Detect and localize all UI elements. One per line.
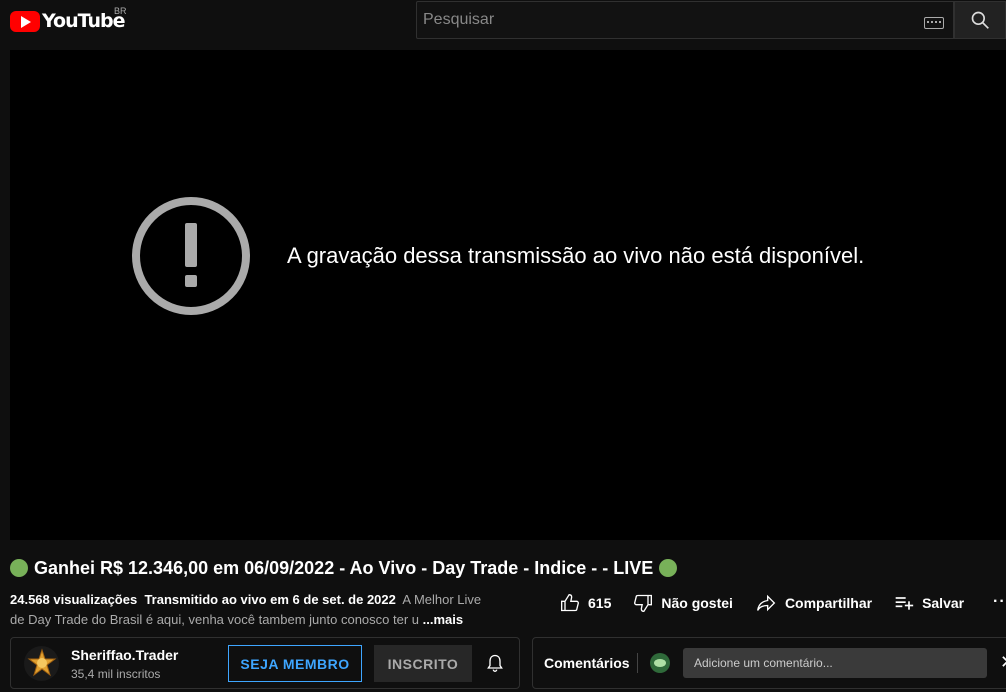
alert-circle-icon [132, 197, 250, 315]
description-line-2: de Day Trade do Brasil é aqui, venha voc… [10, 612, 420, 627]
share-label: Compartilhar [784, 595, 873, 611]
dislike-label: Não gostei [661, 595, 733, 611]
channel-bar: Sheriffao.Trader 35,4 mil inscritos SEJA… [10, 637, 520, 689]
thumbs-up-icon [561, 593, 580, 612]
video-title: Ganhei R$ 12.346,00 em 06/09/2022 - Ao V… [34, 557, 654, 578]
search-icon [971, 11, 989, 29]
video-title-row: Ganhei R$ 12.346,00 em 06/09/2022 - Ao V… [10, 556, 678, 580]
channel-avatar[interactable] [24, 646, 59, 681]
bell-icon[interactable] [485, 652, 505, 674]
description-line-1: A Melhor Live [402, 592, 482, 607]
like-button[interactable]: 615 [560, 593, 611, 613]
player-error-message: A gravação dessa transmissão ao vivo não… [287, 243, 865, 268]
comments-bar: Comentários ✕ [532, 637, 1006, 689]
show-more-link[interactable]: ...mais [423, 612, 463, 627]
playlist-add-icon [895, 597, 914, 610]
search-input[interactable] [417, 2, 907, 38]
green-circle-emoji-icon [10, 559, 28, 577]
youtube-logo[interactable]: YouTube BR [10, 6, 127, 32]
comments-label[interactable]: Comentários [544, 655, 630, 671]
more-actions-icon[interactable]: ··· [993, 593, 1006, 611]
logo-text: YouTube [42, 10, 125, 32]
subscriber-count: 35,4 mil inscritos [71, 667, 161, 681]
thumbs-down-icon [634, 594, 653, 613]
subscribed-button[interactable]: INSCRITO [374, 645, 472, 682]
stream-date: Transmitido ao vivo em 6 de set. de 2022 [144, 592, 396, 607]
comment-input[interactable] [683, 648, 987, 678]
search-box [416, 1, 954, 39]
search-button[interactable] [954, 1, 1006, 39]
youtube-play-icon [10, 10, 40, 32]
close-icon[interactable]: ✕ [1000, 652, 1006, 673]
video-actions: 615 Não gostei Compartilhar Salvar [560, 590, 986, 616]
masthead: YouTube BR [0, 0, 1006, 44]
save-label: Salvar [922, 595, 965, 611]
save-button[interactable]: Salvar [894, 593, 964, 613]
dislike-button[interactable]: Não gostei [633, 593, 733, 613]
country-code: BR [114, 6, 127, 16]
description-snippet[interactable]: 24.568 visualizações Transmitido ao vivo… [10, 590, 510, 630]
share-icon [756, 594, 776, 612]
join-member-button[interactable]: SEJA MEMBRO [228, 645, 362, 682]
keyboard-icon[interactable] [924, 17, 944, 29]
like-count: 615 [588, 595, 612, 611]
view-count: 24.568 visualizações [10, 592, 138, 607]
divider [637, 653, 638, 673]
user-avatar [650, 653, 670, 673]
video-player[interactable]: A gravação dessa transmissão ao vivo não… [10, 50, 1006, 540]
channel-name[interactable]: Sheriffao.Trader [71, 647, 178, 663]
sheriff-badge-icon [27, 647, 56, 676]
share-button[interactable]: Compartilhar [755, 593, 872, 613]
green-circle-emoji-icon [659, 559, 678, 577]
